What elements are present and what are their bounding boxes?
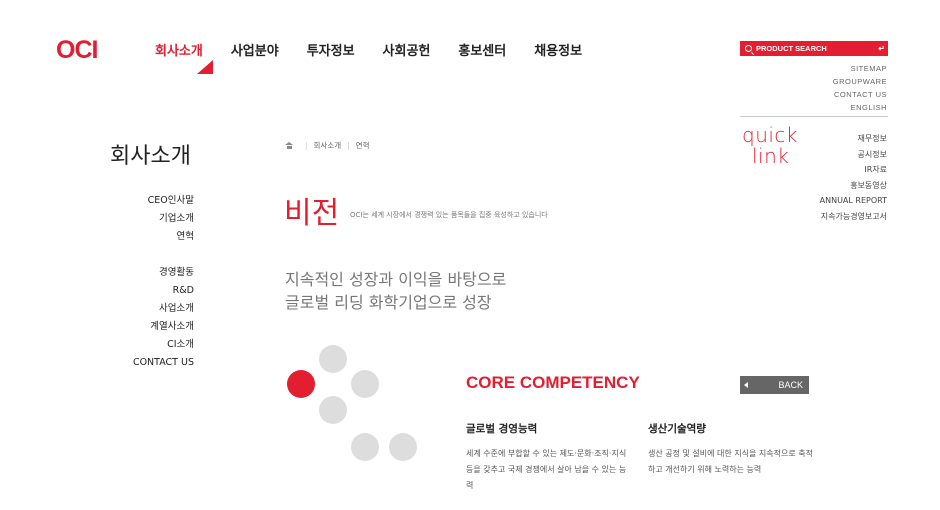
side-nav: CEO인사말 기업소개 연혁 VISION 경영활동 R&D 사업소개 계열사소… xyxy=(56,192,196,372)
nav-company[interactable]: 회사소개 xyxy=(155,40,203,59)
product-search-label: PRODUCT SEARCH xyxy=(756,44,827,53)
vision-slogan: 지속적인 성장과 이익을 바탕으로 글로벌 리딩 화학기업으로 성장 xyxy=(285,268,506,314)
breadcrumb-item[interactable]: 회사소개 xyxy=(314,140,342,151)
arrow-left-icon xyxy=(744,382,748,388)
breadcrumb-separator: | xyxy=(305,141,308,150)
competency-text: 세계 수준에 부합할 수 있는 제도·문화·조직·지식 등을 갖추고 국제 경쟁… xyxy=(466,449,627,490)
breadcrumb: | 회사소개 | 연혁 xyxy=(285,140,369,151)
quick-item[interactable]: 공시정보 xyxy=(820,147,887,163)
home-icon[interactable] xyxy=(285,142,293,149)
nav-business[interactable]: 사업분야 xyxy=(231,40,279,59)
page-description: OCI는 세계 시장에서 경쟁력 있는 품목들을 집중 육성하고 있습니다 xyxy=(350,211,548,219)
oci-logo[interactable]: OCI xyxy=(56,36,98,65)
util-english[interactable]: ENGLISH xyxy=(833,101,887,114)
core-competency-circle[interactable] xyxy=(287,370,315,398)
active-nav-indicator xyxy=(197,60,213,74)
breadcrumb-separator: | xyxy=(347,141,350,150)
competency-production: 생산기술역량 생산 공정 및 설비에 대한 지식을 지속적으로 축적하고 개선하… xyxy=(648,421,813,478)
nav-investor[interactable]: 투자정보 xyxy=(307,40,355,59)
side-nav-management[interactable]: 경영활동 xyxy=(56,264,196,282)
main-nav: 회사소개 사업분야 투자정보 사회공헌 홍보센터 채용정보 xyxy=(155,40,610,59)
side-nav-history[interactable]: 연혁 xyxy=(56,228,196,246)
side-nav-contact[interactable]: CONTACT US xyxy=(56,354,196,372)
util-sitemap[interactable]: SITEMAP xyxy=(833,62,887,75)
core-competency-title: CORE COMPETENCY xyxy=(466,373,640,392)
side-nav-ci[interactable]: CI소개 xyxy=(56,336,196,354)
quick-link-list: 재무정보 공시정보 IR자료 홍보동영상 ANNUAL REPORT 지속가능경… xyxy=(820,131,887,224)
competency-heading: 생산기술역량 xyxy=(648,423,706,435)
side-nav-affiliates[interactable]: 계열사소개 xyxy=(56,318,196,336)
side-nav-business[interactable]: 사업소개 xyxy=(56,300,196,318)
side-nav-rnd[interactable]: R&D xyxy=(56,282,196,300)
nav-recruit[interactable]: 채용정보 xyxy=(534,40,582,59)
util-groupware[interactable]: GROUPWARE xyxy=(833,75,887,88)
nav-social[interactable]: 사회공헌 xyxy=(383,40,431,59)
nav-circle[interactable] xyxy=(389,433,417,461)
nav-circle[interactable] xyxy=(351,370,379,398)
side-nav-vision[interactable]: VISION xyxy=(56,246,196,264)
quick-item[interactable]: 홍보동영상 xyxy=(820,178,887,194)
link-word: link xyxy=(752,144,790,168)
nav-pr[interactable]: 홍보센터 xyxy=(458,40,506,59)
product-search-button[interactable]: PRODUCT SEARCH ↵ xyxy=(740,41,888,56)
enter-icon: ↵ xyxy=(878,44,885,53)
slogan-line: 글로벌 리딩 화학기업으로 성장 xyxy=(285,293,492,312)
back-label: BACK xyxy=(778,380,803,390)
nav-circle[interactable] xyxy=(351,433,379,461)
competency-global: 글로벌 경영능력 세계 수준에 부합할 수 있는 제도·문화·조직·지식 등을 … xyxy=(466,421,631,494)
utility-links: SITEMAP GROUPWARE CONTACT US ENGLISH xyxy=(833,62,887,114)
side-nav-ceo[interactable]: CEO인사말 xyxy=(56,192,196,210)
quick-item[interactable]: 지속가능경영보고서 xyxy=(820,209,887,225)
nav-circle[interactable] xyxy=(319,396,347,424)
side-nav-intro[interactable]: 기업소개 xyxy=(56,210,196,228)
competency-text: 생산 공정 및 설비에 대한 지식을 지속적으로 축적하고 개선하기 위해 노력… xyxy=(648,449,813,474)
section-title: 회사소개 xyxy=(110,144,191,169)
quick-link-title: quick link xyxy=(742,125,798,167)
slogan-line: 지속적인 성장과 이익을 바탕으로 xyxy=(285,270,507,289)
deco-circle xyxy=(319,345,347,373)
back-button[interactable]: BACK xyxy=(740,376,809,394)
quick-item[interactable]: IR자료 xyxy=(820,162,887,178)
quick-item[interactable]: ANNUAL REPORT xyxy=(820,193,887,209)
quick-item[interactable]: 재무정보 xyxy=(820,131,887,147)
search-icon xyxy=(745,45,752,52)
divider xyxy=(740,116,888,117)
quick-word: quick xyxy=(742,123,799,147)
breadcrumb-item[interactable]: 연혁 xyxy=(356,140,370,151)
page-title: 비전 xyxy=(284,196,340,231)
competency-heading: 글로벌 경영능력 xyxy=(466,423,538,435)
util-contact[interactable]: CONTACT US xyxy=(833,88,887,101)
